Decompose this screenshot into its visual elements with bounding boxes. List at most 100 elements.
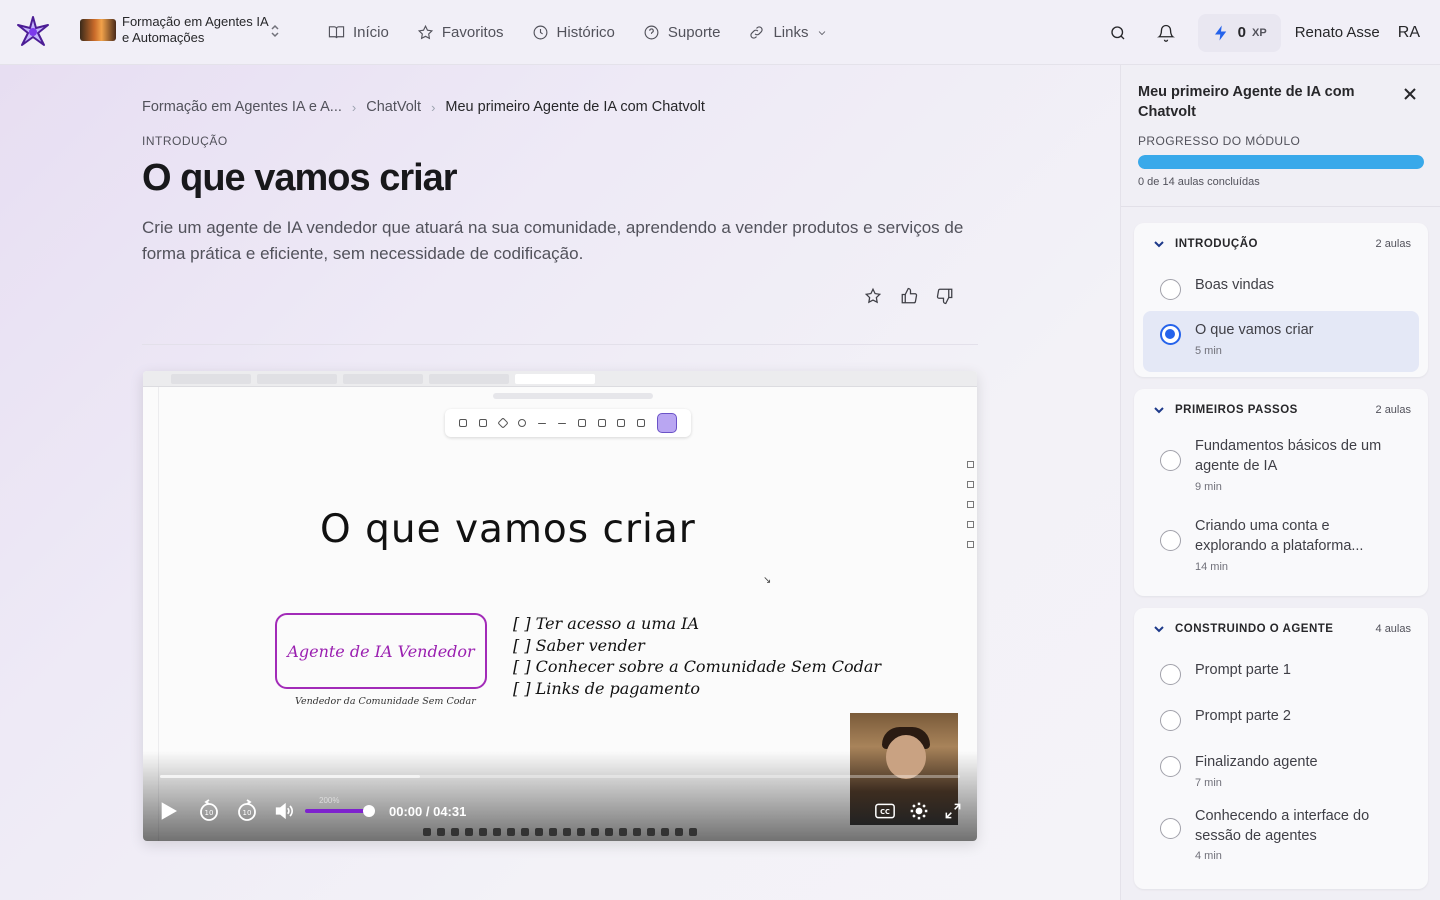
module-name: CONSTRUINDO O AGENTE: [1175, 623, 1334, 635]
star-icon: [417, 24, 433, 40]
favorite-button[interactable]: [864, 287, 882, 310]
lesson-actions: [864, 287, 954, 310]
lesson-status-radio[interactable]: [1160, 756, 1181, 777]
xp-unit: XP: [1252, 26, 1267, 39]
play-button[interactable]: [157, 800, 179, 822]
book-open-icon: [328, 26, 345, 39]
lesson-item[interactable]: Criando uma conta e explorando a platafo…: [1143, 511, 1419, 591]
svg-text:10: 10: [205, 809, 214, 817]
user-name[interactable]: Renato Asse: [1295, 24, 1380, 41]
nav-links[interactable]: Links: [748, 24, 828, 41]
section-label: INTRODUÇÃO: [142, 134, 228, 148]
course-thumbnail: [80, 19, 116, 41]
lesson-duration: 4 min: [1195, 850, 1222, 862]
course-selector[interactable]: Formação em Agentes IA e Automações: [80, 14, 279, 46]
lightning-icon: [1214, 25, 1226, 40]
chevron-right-icon: ›: [431, 99, 436, 115]
dislike-button[interactable]: [936, 287, 954, 310]
video-browser-tabs: [143, 371, 977, 387]
header-tools: 0 XP Renato Asse RA: [1098, 0, 1440, 65]
video-right-toolbar: [965, 455, 977, 555]
video-tab: [515, 374, 595, 384]
captions-button[interactable]: CC: [875, 803, 895, 824]
rewind-10-icon: 10: [200, 799, 218, 821]
volume-label: 200%: [319, 796, 340, 805]
video-tab: [429, 374, 509, 384]
progress-label: PROGRESSO DO MÓDULO: [1138, 134, 1301, 148]
nav-inicio[interactable]: Início: [328, 24, 389, 41]
volume-button[interactable]: [273, 800, 295, 822]
play-icon: [161, 802, 177, 820]
module-panel: Meu primeiro Agente de IA com Chatvolt P…: [1120, 65, 1440, 900]
notifications-button[interactable]: [1146, 13, 1186, 53]
close-panel-button[interactable]: [1403, 87, 1423, 107]
lesson-item[interactable]: Boas vindas: [1143, 265, 1419, 309]
rewind-10-button[interactable]: 10: [197, 799, 221, 823]
clock-icon: [533, 25, 547, 40]
divider: [142, 344, 978, 345]
lesson-status-radio[interactable]: [1160, 279, 1181, 300]
lesson-item[interactable]: Finalizando agente 7 min: [1143, 742, 1419, 802]
lesson-item[interactable]: Prompt parte 2: [1143, 696, 1419, 742]
search-button[interactable]: [1098, 13, 1138, 53]
video-player[interactable]: O que vamos criar ↘ Agente de IA Vendedo…: [143, 371, 977, 841]
lesson-duration: 14 min: [1195, 561, 1229, 573]
forward-10-button[interactable]: 10: [235, 799, 259, 823]
nav-inicio-label: Início: [353, 24, 389, 41]
breadcrumb-module[interactable]: ChatVolt: [366, 99, 421, 115]
chevron-down-icon: [1153, 237, 1167, 251]
lesson-item[interactable]: Prompt parte 1: [1143, 650, 1419, 696]
chevron-down-icon: [1153, 403, 1167, 417]
checklist-item: [ ] Conhecer sobre a Comunidade Sem Coda…: [513, 657, 882, 676]
video-agent-subtitle: Vendedor da Comunidade Sem Codar: [295, 696, 476, 707]
avatar[interactable]: RA: [1398, 24, 1420, 42]
lesson-title: Criando uma conta e explorando a platafo…: [1195, 518, 1364, 554]
video-progress-bar[interactable]: [160, 775, 960, 778]
nav-links-label: Links: [773, 24, 809, 41]
checklist-item: [ ] Ter acesso a uma IA: [513, 614, 699, 633]
chevron-down-icon: [1153, 622, 1167, 636]
nav-historico[interactable]: Histórico: [532, 24, 615, 41]
lesson-title: Finalizando agente: [1195, 754, 1318, 770]
checklist-item: [ ] Links de pagamento: [513, 678, 701, 698]
module-header[interactable]: CONSTRUINDO O AGENTE 4 aulas: [1134, 608, 1428, 650]
bell-icon: [1156, 24, 1175, 42]
lesson-item[interactable]: Fundamentos básicos de um agente de IA 9…: [1143, 431, 1419, 511]
video-tab: [171, 374, 251, 384]
checklist-item: [ ] Saber vender: [513, 635, 645, 655]
lesson-duration: 9 min: [1195, 481, 1222, 493]
svg-text:10: 10: [243, 809, 252, 817]
module-lesson-count: 2 aulas: [1375, 404, 1411, 416]
lesson-status-radio[interactable]: [1160, 530, 1181, 551]
lesson-status-radio[interactable]: [1160, 818, 1181, 839]
module-card: INTRODUÇÃO 2 aulas Boas vindas O que vam…: [1134, 223, 1428, 377]
like-button[interactable]: [900, 287, 918, 310]
video-taskbar: [143, 823, 977, 841]
breadcrumb-course[interactable]: Formação em Agentes IA e A...: [142, 99, 342, 115]
lesson-item[interactable]: Conhecendo a interface do sessão de agen…: [1143, 802, 1419, 882]
video-slide-title: O que vamos criar: [320, 507, 696, 552]
nav-suporte[interactable]: Suporte: [643, 24, 721, 41]
lesson-status-radio[interactable]: [1160, 710, 1181, 731]
search-icon: [1110, 25, 1125, 39]
video-agent-box: Agente de IA Vendedor: [275, 613, 487, 689]
volume-knob[interactable]: [363, 805, 375, 817]
nav-suporte-label: Suporte: [667, 24, 721, 41]
module-card: CONSTRUINDO O AGENTE 4 aulas Prompt part…: [1134, 608, 1428, 889]
lesson-status-radio[interactable]: [1160, 664, 1181, 685]
cursor-icon: ↘: [763, 575, 772, 586]
lesson-status-radio[interactable]: [1160, 324, 1181, 345]
lesson-status-radio[interactable]: [1160, 450, 1181, 471]
captions-icon: CC: [875, 803, 895, 819]
svg-text:CC: CC: [880, 808, 890, 816]
module-header[interactable]: PRIMEIROS PASSOS 2 aulas: [1134, 389, 1428, 431]
xp-badge[interactable]: 0 XP: [1197, 13, 1281, 52]
app-logo-icon[interactable]: [16, 15, 50, 49]
nav-favoritos[interactable]: Favoritos: [417, 24, 504, 41]
star-icon: [864, 287, 882, 304]
gear-icon: [910, 802, 928, 820]
module-header[interactable]: INTRODUÇÃO 2 aulas: [1134, 223, 1428, 265]
fullscreen-icon: [945, 803, 961, 819]
volume-slider[interactable]: 200%: [305, 796, 375, 817]
lesson-item-active[interactable]: O que vamos criar 5 min: [1143, 311, 1419, 372]
